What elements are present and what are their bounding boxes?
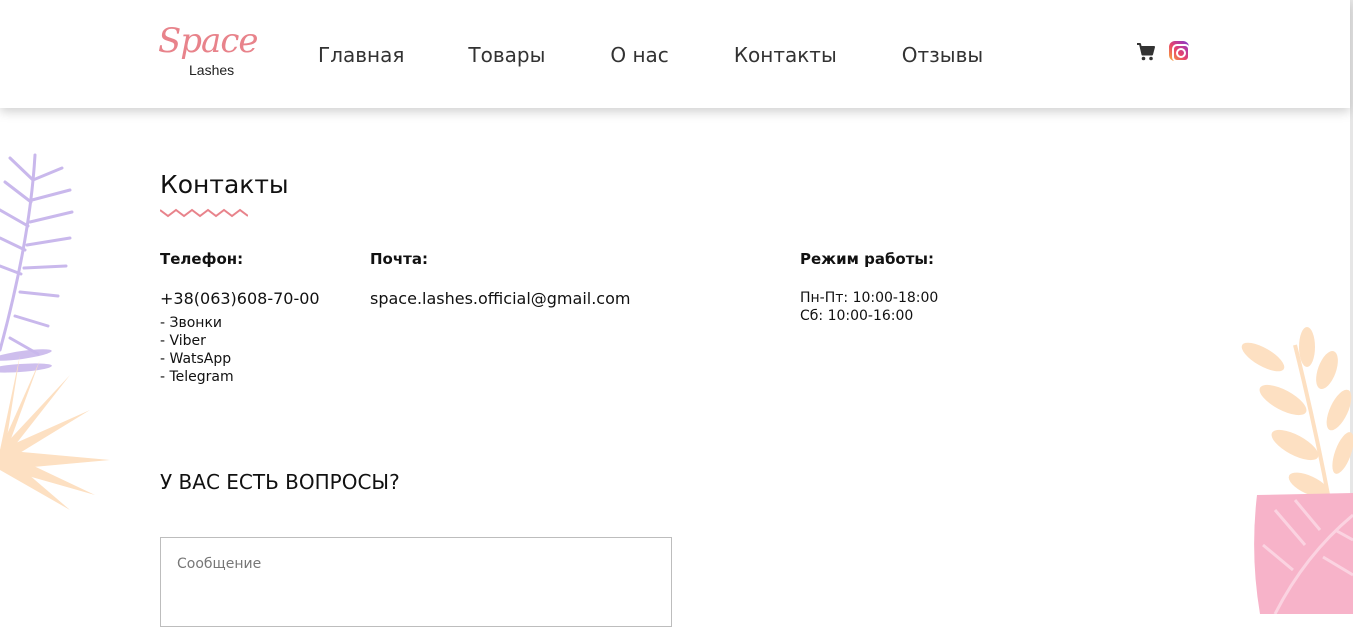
- nav-item-home[interactable]: Главная: [318, 42, 404, 68]
- list-item: Сб: 10:00-16:00: [800, 308, 914, 324]
- list-item: - Telegram: [160, 369, 234, 385]
- working-hours-label: Режим работы:: [800, 250, 934, 268]
- mail-label: Почта:: [370, 250, 428, 268]
- main-nav: Главная Товары О нас Контакты Отзывы: [318, 42, 983, 68]
- phone-label: Телефон:: [160, 250, 244, 268]
- title-underline-zigzag: [160, 208, 248, 218]
- logo[interactable]: Space Lashes: [158, 20, 258, 82]
- logo-script-text: Space: [158, 21, 258, 61]
- working-hours-list: Пн-Пт: 10:00-18:00 Сб: 10:00-16:00: [800, 289, 938, 325]
- site-header: Space Lashes Главная Товары О нас Контак…: [0, 0, 1350, 108]
- questions-heading: У ВАС ЕСТЬ ВОПРОСЫ?: [160, 470, 400, 494]
- logo-subtitle: Lashes: [189, 62, 235, 78]
- nav-item-contacts[interactable]: Контакты: [734, 42, 837, 68]
- decorative-leaf-right: [1241, 327, 1353, 614]
- list-item: - WatsApp: [160, 351, 232, 367]
- phone-methods-list: - Звонки - Viber - WatsApp - Telegram: [160, 314, 234, 386]
- nav-item-about[interactable]: О нас: [610, 42, 668, 68]
- nav-item-products[interactable]: Товары: [468, 42, 545, 68]
- list-item: Пн-Пт: 10:00-18:00: [800, 290, 939, 306]
- cart-icon[interactable]: [1136, 42, 1156, 62]
- nav-item-reviews[interactable]: Отзывы: [902, 42, 983, 68]
- phone-number[interactable]: +38(063)608-70-00: [160, 289, 320, 309]
- decorative-leaf-left: [0, 153, 110, 510]
- list-item: - Viber: [160, 333, 206, 349]
- instagram-icon[interactable]: [1169, 41, 1190, 62]
- list-item: - Звонки: [160, 315, 223, 331]
- page-title: Контакты: [160, 170, 289, 199]
- email-link[interactable]: space.lashes.official@gmail.com: [370, 289, 630, 309]
